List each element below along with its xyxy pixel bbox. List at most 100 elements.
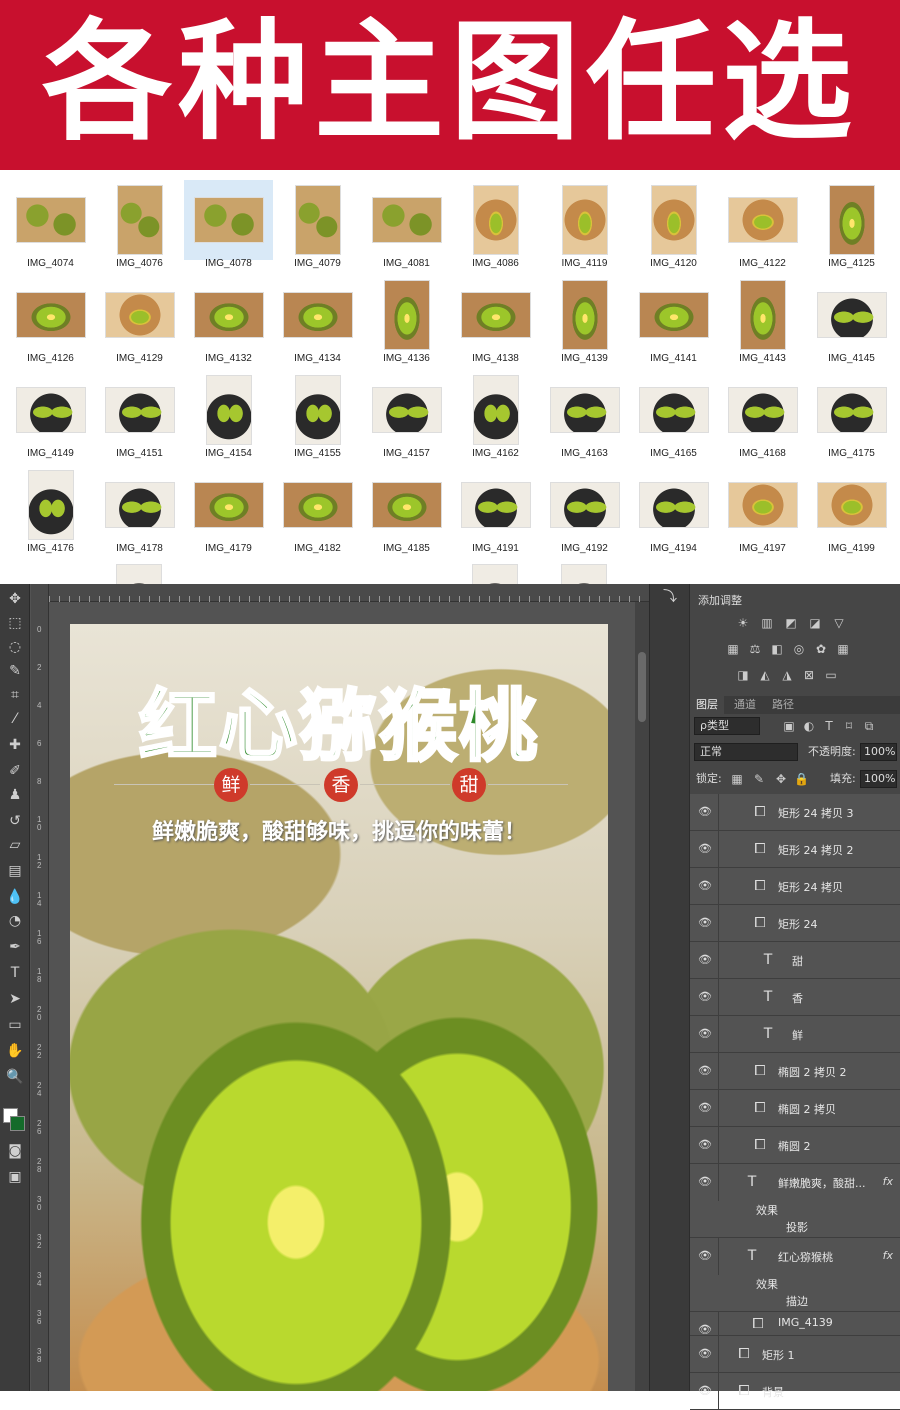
- layer-row[interactable]: 👁 ⧠ 椭圆 2 拷贝 2: [690, 1053, 900, 1090]
- layer-row[interactable]: 👁 ⧠ 矩形 1: [690, 1336, 900, 1373]
- thumbnail-item[interactable]: IMG_4155: [273, 370, 362, 464]
- canvas-area[interactable]: 红心猕猴桃 鲜 香 甜 鲜嫩脆爽，酸甜够味，挑逗你的味蕾！: [49, 602, 635, 1391]
- eraser-tool-icon[interactable]: ▱: [3, 834, 27, 856]
- background-color-swatch[interactable]: [10, 1116, 25, 1131]
- layer-row-with-effects[interactable]: 👁 T 红心猕猴桃 fx 效果 描边: [690, 1238, 900, 1312]
- filter-shape-icon[interactable]: ⌑: [842, 719, 856, 733]
- thumbnail-item[interactable]: IMG_4086: [451, 180, 540, 274]
- quick-select-icon[interactable]: ✎: [3, 660, 27, 682]
- thumbnail-item[interactable]: IMG_4122: [718, 180, 807, 274]
- layer-row[interactable]: 👁 ⧠ IMG_4139: [690, 1312, 900, 1349]
- visibility-eye-icon[interactable]: 👁: [698, 806, 712, 818]
- gradient-map-icon[interactable]: ▭: [824, 668, 838, 682]
- lock-all-icon[interactable]: 🔒: [794, 772, 809, 786]
- thumbnail-item[interactable]: IMG_4136: [362, 275, 451, 369]
- thumbnail-item[interactable]: IMG_4143: [718, 275, 807, 369]
- filter-smart-icon[interactable]: ⧉: [862, 719, 876, 733]
- thumbnail-item[interactable]: IMG_4182: [273, 465, 362, 559]
- filter-pixel-icon[interactable]: ▣: [782, 719, 796, 733]
- brightness-icon[interactable]: ☀: [736, 616, 750, 630]
- thumbnail-item[interactable]: IMG_4079: [273, 180, 362, 274]
- curves-icon[interactable]: ◩: [784, 616, 798, 630]
- layer-row[interactable]: 👁 ⧠ 矩形 24 拷贝 2: [690, 831, 900, 868]
- thumbnail-item[interactable]: IMG_4151: [95, 370, 184, 464]
- layer-row-with-effects[interactable]: 👁 T 鲜嫩脆爽，酸甜... fx 效果 投影: [690, 1164, 900, 1238]
- history-panel-icon[interactable]: ⤵: [658, 586, 682, 608]
- thumbnail-item[interactable]: IMG_4129: [95, 275, 184, 369]
- lock-position-icon[interactable]: ✥: [774, 772, 788, 786]
- quick-mask-icon[interactable]: ◙: [3, 1140, 27, 1162]
- thumbnail-item[interactable]: IMG_4176: [6, 465, 95, 559]
- hand-tool-icon[interactable]: ✋: [3, 1040, 27, 1062]
- crop-tool-icon[interactable]: ⌗: [3, 684, 27, 706]
- thumbnail-item[interactable]: IMG_4132: [184, 275, 273, 369]
- channel-mixer-icon[interactable]: ✿: [814, 642, 828, 656]
- thumbnail-item[interactable]: IMG_4175: [807, 370, 896, 464]
- tab-layers[interactable]: 图层: [690, 696, 724, 714]
- thumbnail-item[interactable]: IMG_4168: [718, 370, 807, 464]
- visibility-eye-icon[interactable]: 👁: [698, 991, 712, 1003]
- layer-row[interactable]: 👁 ⧠ 背景: [690, 1373, 900, 1410]
- thumbnail-item[interactable]: IMG_4154: [184, 370, 273, 464]
- thumbnail-item[interactable]: IMG_4185: [362, 465, 451, 559]
- layer-row[interactable]: 👁 ⧠ 椭圆 2 拷贝: [690, 1090, 900, 1127]
- thumbnail-item[interactable]: IMG_4149: [6, 370, 95, 464]
- path-select-icon[interactable]: ➤: [3, 988, 27, 1010]
- thumbnail-item[interactable]: IMG_4199: [807, 465, 896, 559]
- thumbnail-item[interactable]: IMG_4192: [540, 465, 629, 559]
- visibility-eye-icon[interactable]: 👁: [698, 1176, 712, 1188]
- fill-input[interactable]: 100%: [860, 770, 897, 788]
- thumbnail-image[interactable]: [116, 564, 162, 584]
- pen-tool-icon[interactable]: ✒: [3, 936, 27, 958]
- history-brush-icon[interactable]: ↺: [3, 810, 27, 832]
- zoom-tool-icon[interactable]: 🔍: [3, 1066, 27, 1088]
- visibility-eye-icon[interactable]: 👁: [698, 1139, 712, 1151]
- layer-kind-filter[interactable]: ρ类型: [694, 717, 760, 735]
- visibility-eye-icon[interactable]: 👁: [698, 1324, 712, 1336]
- tab-paths[interactable]: 路径: [766, 696, 800, 714]
- thumbnail-item[interactable]: IMG_4125: [807, 180, 896, 274]
- rectangle-tool-icon[interactable]: ▭: [3, 1014, 27, 1036]
- thumbnail-item[interactable]: IMG_4165: [629, 370, 718, 464]
- layer-row[interactable]: 👁 ⧠ 矩形 24 拷贝 3: [690, 794, 900, 831]
- hue-sat-icon[interactable]: ▦: [726, 642, 740, 656]
- layer-row[interactable]: 👁 ⧠ 矩形 24 拷贝: [690, 868, 900, 905]
- color-lookup-icon[interactable]: ▦: [836, 642, 850, 656]
- blend-mode-select[interactable]: 正常: [694, 743, 798, 761]
- lasso-tool-icon[interactable]: ◌: [3, 636, 27, 658]
- layer-row[interactable]: 👁 ⧠ 椭圆 2: [690, 1127, 900, 1164]
- gradient-tool-icon[interactable]: ▤: [3, 860, 27, 882]
- color-balance-icon[interactable]: ⚖: [748, 642, 762, 656]
- posterize-icon[interactable]: ◭: [758, 668, 772, 682]
- eyedropper-icon[interactable]: ⁄: [3, 708, 27, 730]
- poster-canvas[interactable]: 红心猕猴桃 鲜 香 甜 鲜嫩脆爽，酸甜够味，挑逗你的味蕾！: [70, 624, 608, 1391]
- visibility-eye-icon[interactable]: 👁: [698, 1385, 712, 1397]
- fx-badge[interactable]: fx: [883, 1175, 893, 1188]
- bw-icon[interactable]: ◧: [770, 642, 784, 656]
- layer-row[interactable]: 👁 T 鲜: [690, 1016, 900, 1053]
- thumbnail-item[interactable]: IMG_4139: [540, 275, 629, 369]
- layer-row[interactable]: 👁 ⧠ 矩形 24: [690, 905, 900, 942]
- visibility-eye-icon[interactable]: 👁: [698, 1348, 712, 1360]
- thumbnail-item[interactable]: IMG_4076: [95, 180, 184, 274]
- visibility-eye-icon[interactable]: 👁: [698, 1250, 712, 1262]
- thumbnail-item[interactable]: IMG_4120: [629, 180, 718, 274]
- vibrance-icon[interactable]: ▽: [832, 616, 846, 630]
- fx-badge[interactable]: fx: [883, 1249, 893, 1262]
- thumbnail-item[interactable]: IMG_4081: [362, 180, 451, 274]
- thumbnail-item[interactable]: IMG_4178: [95, 465, 184, 559]
- thumbnail-item[interactable]: IMG_4162: [451, 370, 540, 464]
- thumbnail-item[interactable]: IMG_4163: [540, 370, 629, 464]
- layer-row[interactable]: 👁 T 甜: [690, 942, 900, 979]
- filter-adjust-icon[interactable]: ◐: [802, 719, 816, 733]
- thumbnail-item[interactable]: IMG_4074: [6, 180, 95, 274]
- threshold-icon[interactable]: ◮: [780, 668, 794, 682]
- lock-pixels-icon[interactable]: ✎: [752, 772, 766, 786]
- thumbnail-item[interactable]: IMG_4197: [718, 465, 807, 559]
- healing-brush-icon[interactable]: ✚: [3, 734, 27, 756]
- visibility-eye-icon[interactable]: 👁: [698, 1028, 712, 1040]
- filter-type-icon[interactable]: T: [822, 719, 836, 733]
- visibility-eye-icon[interactable]: 👁: [698, 954, 712, 966]
- thumbnail-item[interactable]: IMG_4157: [362, 370, 451, 464]
- invert-icon[interactable]: ◨: [736, 668, 750, 682]
